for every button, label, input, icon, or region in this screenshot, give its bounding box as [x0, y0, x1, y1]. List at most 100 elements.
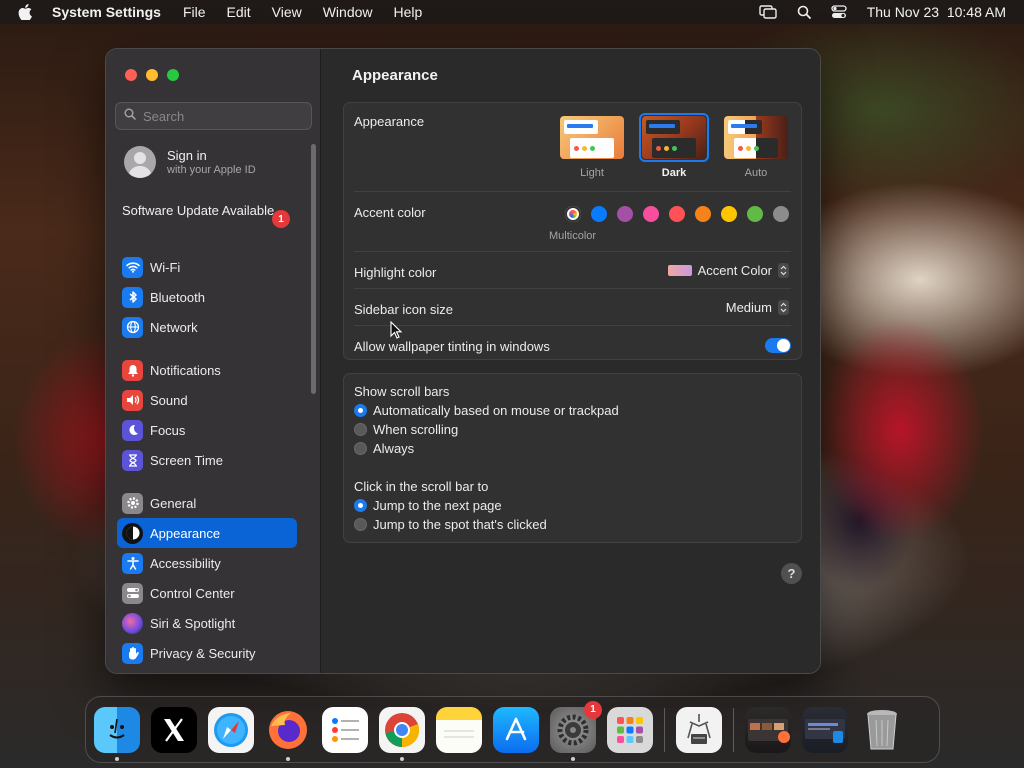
sidebar-item-network[interactable]: Network	[117, 312, 297, 342]
radio-button[interactable]	[354, 442, 367, 455]
safari-icon[interactable]	[208, 706, 254, 753]
downloads-stack-icon[interactable]	[745, 706, 791, 753]
accent-swatch-multicolor[interactable]	[565, 206, 581, 222]
x-twitter-icon[interactable]	[151, 706, 197, 753]
apple-id-signin[interactable]: Sign in with your Apple ID	[124, 146, 256, 178]
avatar	[124, 146, 156, 178]
divider	[354, 325, 791, 326]
menu-edit[interactable]: Edit	[227, 4, 251, 20]
menu-help[interactable]: Help	[394, 4, 423, 20]
menu-datetime[interactable]: Thu Nov 23 10:48 AM	[867, 4, 1006, 20]
scroll-bars-option-auto[interactable]: Automatically based on mouse or trackpad	[354, 403, 619, 418]
accent-swatch-green[interactable]	[747, 206, 763, 222]
scroll-bars-option-when-scrolling[interactable]: When scrolling	[354, 422, 458, 437]
accent-selected-label: Multicolor	[549, 230, 597, 242]
sidebar-item-label: Sound	[150, 392, 188, 408]
sidebar-item-privacy-security[interactable]: Privacy & Security	[117, 638, 297, 668]
apple-menu-icon[interactable]	[18, 4, 34, 20]
appearance-label: Appearance	[354, 114, 425, 129]
menu-app-name[interactable]: System Settings	[52, 4, 161, 20]
sidebar-item-appearance[interactable]: Appearance	[117, 518, 297, 548]
sidebar-icon-size-label: Sidebar icon size	[354, 302, 453, 317]
radio-button[interactable]	[354, 423, 367, 436]
archive-utility-icon[interactable]	[676, 706, 722, 753]
screen-mirroring-icon[interactable]	[758, 5, 777, 19]
sidebar-item-screen-time[interactable]: Screen Time	[117, 445, 297, 475]
control-center-icon[interactable]	[831, 5, 847, 19]
close-window-button[interactable]	[125, 69, 137, 81]
sidebar-item-label: Siri & Spotlight	[150, 615, 236, 631]
software-update-item[interactable]: Software Update Available	[122, 203, 292, 219]
sidebar-item-notifications[interactable]: Notifications	[117, 355, 297, 385]
running-indicator	[571, 756, 575, 761]
zoom-window-button[interactable]	[167, 69, 179, 81]
click-scroll-option-next-page[interactable]: Jump to the next page	[354, 498, 502, 513]
radio-button[interactable]	[354, 404, 367, 417]
sidebar-item-control-center[interactable]: Control Center	[117, 578, 297, 608]
minimize-window-button[interactable]	[146, 69, 158, 81]
dock-separator	[733, 707, 734, 752]
appearance-option-light[interactable]: Light	[557, 113, 627, 179]
sidebar-item-focus[interactable]: Focus	[117, 415, 297, 445]
network-globe-icon	[122, 316, 143, 338]
desktop-stack-icon[interactable]	[802, 706, 848, 753]
trash-icon[interactable]	[859, 707, 905, 753]
sidebar-search	[115, 102, 312, 130]
launchpad-icon[interactable]	[607, 706, 653, 753]
running-indicator	[286, 756, 290, 761]
accent-swatch-red[interactable]	[669, 206, 685, 222]
menu-view[interactable]: View	[272, 4, 302, 20]
accent-swatch-blue[interactable]	[591, 206, 607, 222]
sidebar-icon-size-popup[interactable]: Medium	[726, 300, 789, 315]
chrome-icon[interactable]	[379, 706, 425, 761]
firefox-icon[interactable]	[265, 707, 311, 761]
app-store-icon[interactable]	[493, 706, 539, 753]
sidebar-item-sound[interactable]: Sound	[117, 385, 297, 415]
menu-file[interactable]: File	[183, 4, 206, 20]
system-settings-window: Sign in with your Apple ID Software Upda…	[105, 48, 821, 674]
menu-bar: System Settings File Edit View Window He…	[0, 0, 1024, 24]
search-input[interactable]	[143, 108, 303, 124]
accent-swatch-purple[interactable]	[617, 206, 633, 222]
sidebar-item-label: General	[150, 495, 197, 511]
dock: 1	[85, 696, 940, 763]
appearance-option-dark[interactable]: Dark	[639, 113, 709, 179]
bluetooth-icon	[122, 286, 143, 308]
sidebar-item-general[interactable]: General	[117, 488, 297, 518]
menu-window[interactable]: Window	[323, 4, 373, 20]
page-title: Appearance	[352, 67, 438, 84]
sidebar-item-label: Bluetooth	[150, 289, 205, 305]
sidebar-icon-size-value: Medium	[725, 300, 772, 315]
sidebar: Sign in with your Apple ID Software Upda…	[106, 49, 321, 673]
help-button[interactable]: ?	[781, 563, 802, 584]
sidebar-scrollbar[interactable]	[311, 144, 316, 394]
accent-swatch-graphite[interactable]	[773, 206, 789, 222]
wallpaper-tinting-toggle[interactable]	[765, 338, 791, 353]
sidebar-item-bluetooth[interactable]: Bluetooth	[117, 282, 297, 312]
appearance-mode-picker: Light Dark Auto	[557, 113, 791, 179]
reminders-icon[interactable]	[322, 706, 368, 753]
highlight-color-popup[interactable]: Accent Color	[667, 263, 789, 278]
sidebar-item-label: Wi-Fi	[150, 259, 181, 275]
highlight-color-label: Highlight color	[354, 265, 437, 280]
sidebar-item-label: Focus	[150, 422, 186, 438]
scroll-bars-option-always[interactable]: Always	[354, 441, 414, 456]
sidebar-item-siri-spotlight[interactable]: Siri & Spotlight	[117, 608, 297, 638]
system-settings-icon[interactable]: 1	[550, 700, 602, 761]
click-scroll-option-spot[interactable]: Jump to the spot that's clicked	[354, 517, 547, 532]
accent-swatch-yellow[interactable]	[721, 206, 737, 222]
radio-button[interactable]	[354, 518, 367, 531]
sidebar-item-wifi[interactable]: Wi-Fi	[117, 252, 297, 282]
chevron-updown-icon	[778, 263, 789, 278]
accessibility-icon	[122, 552, 143, 574]
finder-icon[interactable]	[94, 706, 140, 761]
accent-swatch-pink[interactable]	[643, 206, 659, 222]
radio-button[interactable]	[354, 499, 367, 512]
notes-icon[interactable]	[436, 706, 482, 753]
radio-label: When scrolling	[373, 422, 459, 437]
sidebar-item-accessibility[interactable]: Accessibility	[117, 548, 297, 578]
sidebar-item-label: Appearance	[150, 525, 221, 541]
appearance-option-auto[interactable]: Auto	[721, 113, 791, 179]
spotlight-search-icon[interactable]	[797, 5, 811, 19]
accent-swatch-orange[interactable]	[695, 206, 711, 222]
